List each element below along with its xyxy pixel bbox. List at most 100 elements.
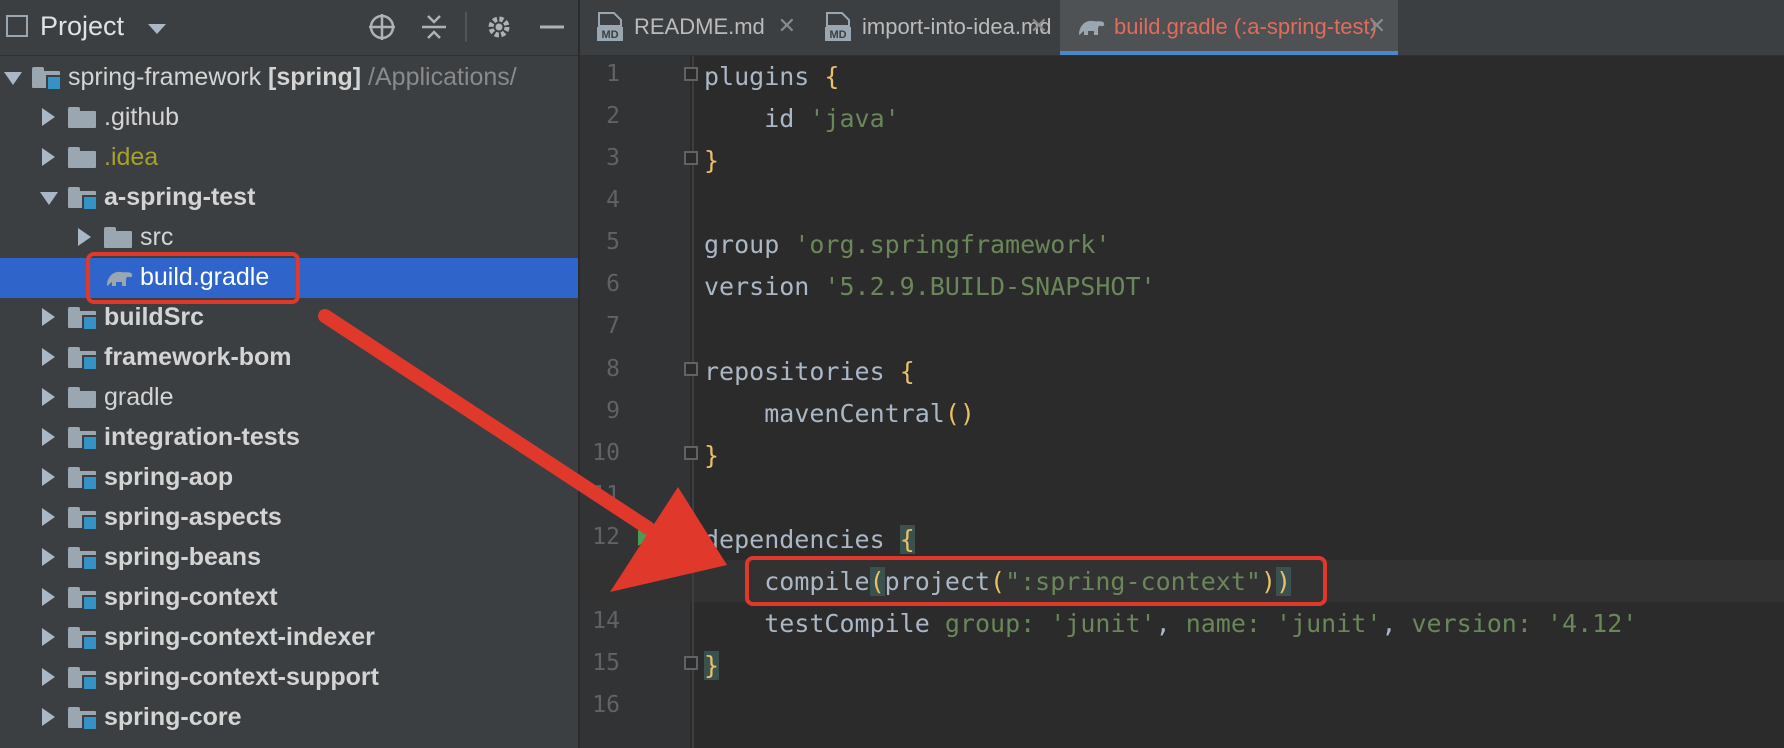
tree-item-name: a-spring-test — [104, 183, 256, 211]
chevron-right-icon[interactable] — [78, 228, 91, 246]
tree-item-label: spring-aspects — [104, 503, 282, 532]
line-number: 6 — [606, 271, 620, 297]
code-token: } — [704, 651, 720, 680]
tree-item[interactable]: .idea — [0, 138, 578, 178]
tree-item[interactable]: spring-aop — [0, 458, 578, 498]
code-line-15[interactable]: } — [704, 648, 720, 684]
tree-item[interactable]: spring-beans — [0, 538, 578, 578]
tree-item[interactable]: spring-context-support — [0, 658, 578, 698]
chevron-right-icon[interactable] — [42, 628, 55, 646]
tree-item-name: spring-framework — [68, 63, 262, 91]
code-line-8[interactable]: repositories { — [704, 354, 915, 390]
gear-icon[interactable] — [484, 12, 514, 42]
folder-icon — [68, 107, 96, 128]
fold-marker-icon[interactable] — [684, 362, 698, 376]
code-token: repositories — [704, 357, 885, 386]
editor-tab-label: README.md — [634, 14, 765, 39]
folder-icon — [68, 387, 96, 408]
chevron-right-icon[interactable] — [42, 148, 55, 166]
chevron-right-icon[interactable] — [42, 388, 55, 406]
close-icon[interactable]: ✕ — [778, 13, 796, 39]
tree-item-name: .github — [104, 103, 180, 131]
chevron-right-icon[interactable] — [42, 468, 55, 486]
editor-tab[interactable]: MD README.md ✕ — [580, 0, 808, 55]
module-folder-icon — [68, 427, 98, 451]
chevron-right-icon[interactable] — [42, 108, 55, 126]
module-folder-icon — [68, 467, 98, 491]
fold-marker-icon[interactable] — [684, 151, 698, 165]
code-token: group — [704, 230, 780, 259]
tree-item-name: integration-tests — [104, 423, 300, 451]
close-icon[interactable]: ✕ — [1030, 13, 1048, 39]
tree-item-label: spring-context — [104, 583, 278, 612]
code-line-3[interactable]: } — [704, 143, 719, 179]
project-path: /Applications/ — [361, 63, 517, 91]
code-line-5[interactable]: group 'org.springframework' — [704, 227, 1110, 263]
project-name-suffix: [spring] — [261, 63, 362, 91]
editor-area: MD README.md ✕ MD import-into-idea.md ✕ build.… — [580, 0, 1784, 748]
fold-marker-icon[interactable] — [684, 67, 698, 81]
code-token: dependencies — [704, 525, 885, 554]
chevron-right-icon[interactable] — [42, 708, 55, 726]
chevron-down-icon[interactable] — [4, 72, 22, 85]
tree-item-label: spring-context-indexer — [104, 623, 375, 652]
code-line-10[interactable]: } — [704, 438, 719, 474]
chevron-right-icon[interactable] — [42, 668, 55, 686]
code-token: group: — [944, 609, 1036, 638]
tree-item-label: .github — [104, 103, 179, 132]
module-folder-icon — [68, 187, 98, 211]
code-line-2[interactable]: id 'java' — [704, 101, 900, 137]
module-folder-icon — [68, 547, 98, 571]
code-line-12[interactable]: dependencies { — [704, 522, 915, 558]
code-line-6[interactable]: version '5.2.9.BUILD-SNAPSHOT' — [704, 269, 1156, 305]
tree-item-name: buildSrc — [104, 303, 205, 331]
tree-item[interactable]: spring-framework [spring] /Applications/ — [0, 58, 578, 98]
code-token: { — [899, 357, 915, 386]
run-gutter-icon[interactable] — [638, 528, 652, 546]
tree-item[interactable]: spring-aspects — [0, 498, 578, 538]
line-number-gutter: 12345678910111213141516 — [580, 56, 690, 748]
code-line-1[interactable]: plugins { — [704, 59, 839, 95]
chevron-right-icon[interactable] — [42, 508, 55, 526]
chevron-right-icon[interactable] — [42, 308, 55, 326]
line-number: 7 — [606, 313, 620, 339]
tree-item[interactable]: a-spring-test — [0, 178, 578, 218]
tree-item[interactable]: framework-bom — [0, 338, 578, 378]
fold-marker-icon[interactable] — [684, 656, 698, 670]
editor-tab-bar: MD README.md ✕ MD import-into-idea.md ✕ build.… — [580, 0, 1784, 56]
chevron-right-icon[interactable] — [42, 588, 55, 606]
chevron-right-icon[interactable] — [42, 428, 55, 446]
fold-marker-icon[interactable] — [684, 446, 698, 460]
code-line-9[interactable]: mavenCentral() — [704, 396, 975, 432]
tree-item[interactable]: buildSrc — [0, 298, 578, 338]
tree-item[interactable]: spring-core — [0, 698, 578, 738]
editor-tab[interactable]: build.gradle (:a-spring-test) ✕ — [1060, 0, 1398, 55]
tree-item-label: spring-framework [spring] /Applications/ — [68, 63, 517, 92]
tree-item[interactable]: .github — [0, 98, 578, 138]
tree-item[interactable]: spring-context-indexer — [0, 618, 578, 658]
editor-tab[interactable]: MD import-into-idea.md ✕ — [808, 0, 1060, 55]
code-token: } — [704, 441, 720, 470]
annotation-box-compile-line — [745, 556, 1327, 606]
tree-item[interactable]: spring-context — [0, 578, 578, 618]
code-token: '4.12' — [1546, 609, 1638, 638]
chevron-down-icon[interactable] — [148, 24, 166, 34]
chevron-down-icon[interactable] — [40, 192, 58, 205]
code-token: 'java' — [809, 104, 900, 133]
tree-item-name: gradle — [104, 383, 174, 411]
collapse-all-icon[interactable] — [419, 12, 449, 42]
code-token: 'junit' — [1050, 609, 1156, 638]
line-number: 9 — [606, 398, 620, 424]
chevron-right-icon[interactable] — [42, 548, 55, 566]
tree-item[interactable]: integration-tests — [0, 418, 578, 458]
tree-item[interactable]: gradle — [0, 378, 578, 418]
project-panel-title[interactable]: Project — [40, 11, 124, 42]
tree-item-label: framework-bom — [104, 343, 292, 372]
tree-item-name: .idea — [104, 143, 159, 171]
code-line-14[interactable]: testCompile group: 'junit', name: 'junit… — [704, 606, 1637, 642]
chevron-right-icon[interactable] — [42, 348, 55, 366]
tree-item-label: spring-aop — [104, 463, 233, 492]
minimize-icon[interactable] — [537, 12, 567, 42]
locate-icon[interactable] — [367, 12, 397, 42]
close-icon[interactable]: ✕ — [1368, 13, 1386, 39]
